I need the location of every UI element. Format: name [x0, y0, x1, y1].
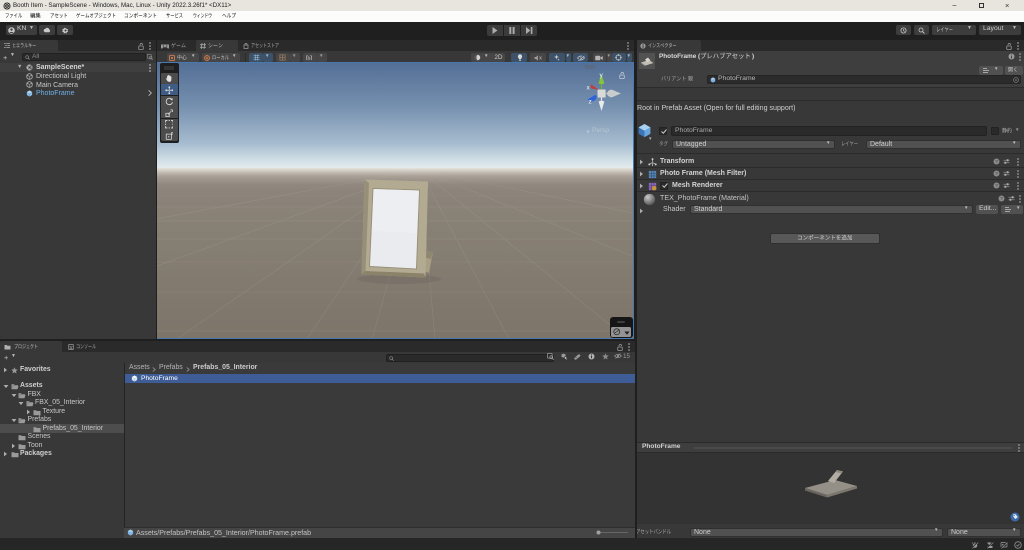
svg-text:?: ? — [995, 159, 998, 165]
svg-text:?: ? — [1000, 196, 1003, 202]
svg-text:z: z — [589, 99, 592, 106]
svg-text:?: ? — [995, 171, 998, 177]
svg-text:x: x — [587, 85, 591, 92]
svg-text:?: ? — [995, 183, 998, 189]
svg-text:y: y — [600, 72, 604, 79]
